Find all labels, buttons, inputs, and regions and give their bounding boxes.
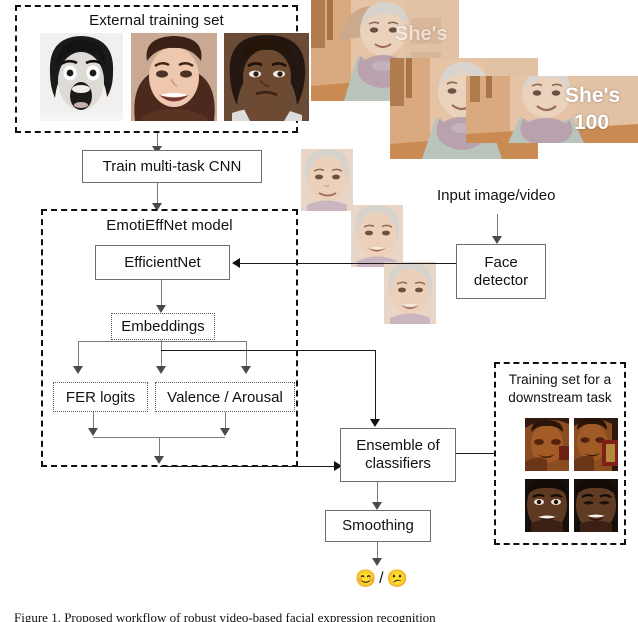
split-right-drop xyxy=(246,341,247,368)
split-bar-to-heads xyxy=(78,341,246,342)
merge-bar-center-drop xyxy=(159,437,160,458)
negative-emoji-icon: 😕 xyxy=(386,569,408,588)
arrow-ensemble-to-smoothing-head xyxy=(372,502,382,510)
fer-logits-label: FER logits xyxy=(65,388,136,406)
downstream-face-dark-2 xyxy=(574,418,618,471)
input-frame-3-overlay-line1: She's xyxy=(565,84,621,107)
arrow-ensemble-to-smoothing-line xyxy=(377,482,378,504)
embeddings-label: Embeddings xyxy=(121,318,205,335)
arrow-externalset-to-traincnn-line xyxy=(157,133,158,147)
arrow-efficientnet-to-embeddings-head xyxy=(156,305,166,313)
efficientnet-box[interactable]: EfficientNet xyxy=(95,245,230,280)
cropped-face-1 xyxy=(301,149,353,211)
embeddings-bypass-line xyxy=(161,350,375,351)
valence-arousal-drop xyxy=(225,412,226,429)
arrow-embeddings-down-head xyxy=(156,366,166,374)
face-detector-label-line1: Face xyxy=(484,253,518,271)
merge-bar-center-arrow xyxy=(154,456,164,464)
external-training-set-title: External training set xyxy=(89,12,224,29)
valence-arousal-drop-arrow xyxy=(220,428,230,436)
split-left-drop xyxy=(78,341,79,368)
embeddings-box[interactable]: Embeddings xyxy=(111,313,215,340)
emotieffnet-model-title: EmotiEffNet model xyxy=(106,217,233,234)
fer-logits-drop-arrow xyxy=(88,428,98,436)
input-frame-1-overlay: She's xyxy=(395,23,448,45)
emoji-separator: / xyxy=(379,569,384,587)
arrow-smoothing-to-output-head xyxy=(372,558,382,566)
external-face-serious xyxy=(224,33,309,121)
facedetector-to-efficientnet-arrow xyxy=(232,258,240,268)
cropped-face-3 xyxy=(384,262,436,324)
fer-logits-box[interactable]: FER logits xyxy=(53,382,148,412)
arrow-input-to-facedetector-head xyxy=(492,236,502,244)
split-left-arrow xyxy=(73,366,83,374)
facedetector-to-efficientnet-line xyxy=(240,263,456,264)
efficientnet-label: EfficientNet xyxy=(124,253,201,271)
downstream-face-dark-1 xyxy=(525,418,569,471)
positive-emoji-icon: 😊 xyxy=(355,569,377,588)
figure-canvas: She's She's 100 External training set Tr… xyxy=(0,0,638,622)
external-face-smiling xyxy=(131,33,217,121)
ensemble-label-line2: classifiers xyxy=(365,455,431,472)
model-output-to-ensemble-line xyxy=(160,466,335,467)
embeddings-bypass-arrow xyxy=(370,419,380,427)
fer-logits-drop xyxy=(93,412,94,429)
output-emoji-row: 😊 / 😕 xyxy=(355,570,408,587)
arrow-efficientnet-to-embeddings-line xyxy=(161,280,162,306)
downstream-training-set-title-line2: downstream task xyxy=(508,390,612,405)
arrow-input-to-facedetector-line xyxy=(497,214,498,238)
face-detector-label-line2: detector xyxy=(473,271,529,289)
ensemble-label-line1: Ensemble of xyxy=(356,437,440,454)
train-multitask-cnn-label: Train multi-task CNN xyxy=(102,157,242,175)
cropped-face-2 xyxy=(351,205,403,267)
face-detector-box[interactable]: Face detector xyxy=(456,244,546,299)
ensemble-of-classifiers-box[interactable]: Ensemble of classifiers xyxy=(340,428,456,482)
downstream-face-bright-1 xyxy=(525,479,569,532)
input-frame-3-overlay-line2: 100 xyxy=(574,111,610,134)
valence-arousal-label: Valence / Arousal xyxy=(167,388,283,406)
arrow-embeddings-down-line xyxy=(161,340,162,368)
arrow-traincnn-to-model-line xyxy=(157,183,158,205)
smoothing-box[interactable]: Smoothing xyxy=(325,510,431,542)
input-image-video-label: Input image/video xyxy=(437,187,556,204)
train-multitask-cnn-box[interactable]: Train multi-task CNN xyxy=(82,150,262,183)
split-right-arrow xyxy=(241,366,251,374)
embeddings-bypass-drop xyxy=(375,350,376,421)
downstream-face-bright-2 xyxy=(574,479,618,532)
smoothing-label: Smoothing xyxy=(342,517,414,534)
downstream-training-set-title-line1: Training set for a xyxy=(508,372,612,387)
external-face-screaming xyxy=(40,33,123,121)
figure-caption: Figure 1. Proposed workflow of robust vi… xyxy=(14,610,436,622)
valence-arousal-box[interactable]: Valence / Arousal xyxy=(155,382,295,412)
